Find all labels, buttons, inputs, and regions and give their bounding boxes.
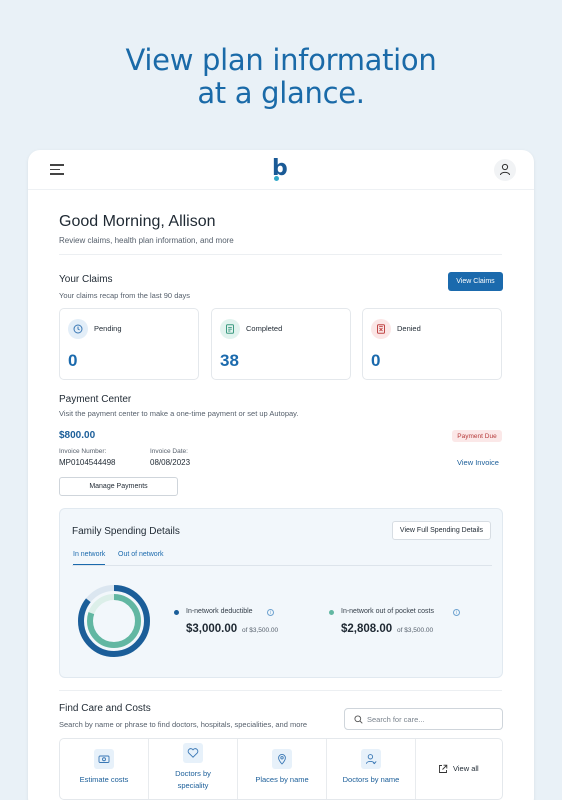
external-link-icon bbox=[439, 764, 448, 773]
estimate-costs-button[interactable]: Estimate costs bbox=[60, 739, 149, 799]
search-icon bbox=[354, 715, 363, 724]
oop-legend-dot bbox=[329, 610, 334, 615]
doctors-by-speciality-button[interactable]: Doctors by speciality bbox=[149, 739, 238, 799]
care-subtitle: Search by name or phrase to find doctors… bbox=[59, 720, 308, 729]
claim-card-pending[interactable]: Pending 0 bbox=[59, 308, 199, 380]
invoice-date-label: Invoice Date: bbox=[150, 448, 188, 455]
hamburger-menu-icon[interactable] bbox=[50, 164, 64, 176]
deductible-amount: $3,000.00 bbox=[186, 623, 238, 635]
search-placeholder: Search for care... bbox=[367, 715, 425, 724]
claim-card-denied[interactable]: Denied 0 bbox=[362, 308, 502, 380]
heart-icon bbox=[183, 743, 203, 763]
deductible-total: of $3,500.00 bbox=[242, 627, 279, 634]
care-title: Find Care and Costs bbox=[59, 703, 151, 714]
places-by-name-button[interactable]: Places by name bbox=[238, 739, 327, 799]
care-label-line-1: Doctors by bbox=[175, 769, 211, 778]
claim-label: Pending bbox=[94, 324, 122, 333]
greeting-title: Good Morning, Allison bbox=[59, 213, 216, 230]
view-all-label: View all bbox=[453, 764, 479, 773]
info-icon[interactable]: i bbox=[453, 609, 460, 616]
claim-count: 0 bbox=[371, 351, 381, 370]
claim-label: Completed bbox=[246, 324, 283, 333]
invoice-number: MP0104544498 bbox=[59, 458, 116, 467]
care-shortcuts: Estimate costs Doctors by speciality Pla… bbox=[59, 738, 503, 800]
top-bar: b bbox=[28, 150, 534, 190]
care-label-line-2: speciality bbox=[177, 781, 209, 790]
claims-title: Your Claims bbox=[59, 274, 113, 285]
claims-subtitle: Your claims recap from the last 90 days bbox=[59, 291, 191, 300]
care-search-input[interactable]: Search for care... bbox=[344, 708, 503, 730]
payment-subtitle: Visit the payment center to make a one-t… bbox=[59, 409, 299, 418]
greeting-subtitle: Review claims, health plan information, … bbox=[59, 236, 234, 245]
manage-payments-button[interactable]: Manage Payments bbox=[59, 477, 178, 496]
family-spending-panel: Family Spending Details View Full Spendi… bbox=[59, 508, 503, 678]
payment-amount: $800.00 bbox=[59, 430, 96, 441]
oop-label: In-network out of pocket costs bbox=[341, 608, 434, 615]
invoice-number-label: Invoice Number: bbox=[59, 448, 107, 455]
claim-count: 38 bbox=[220, 351, 239, 370]
spending-donut-chart bbox=[78, 585, 150, 657]
document-check-icon bbox=[220, 319, 240, 339]
spending-title: Family Spending Details bbox=[72, 526, 180, 537]
clock-icon bbox=[68, 319, 88, 339]
logo-dot bbox=[274, 176, 279, 181]
oop-amount: $2,808.00 bbox=[341, 623, 393, 635]
view-claims-button[interactable]: View Claims bbox=[448, 272, 503, 291]
view-all-button[interactable]: View all bbox=[416, 739, 502, 799]
user-icon bbox=[500, 163, 510, 176]
view-invoice-link[interactable]: View Invoice bbox=[457, 458, 499, 467]
document-x-icon bbox=[371, 319, 391, 339]
doctors-by-name-button[interactable]: Doctors by name bbox=[327, 739, 416, 799]
oop-total: of $3,500.00 bbox=[397, 627, 434, 634]
deductible-legend-dot bbox=[174, 610, 179, 615]
dollar-bill-icon bbox=[94, 749, 114, 769]
care-label: Doctors by name bbox=[342, 775, 400, 784]
info-icon[interactable]: i bbox=[267, 609, 274, 616]
claim-count: 0 bbox=[68, 351, 78, 370]
claim-label: Denied bbox=[397, 324, 421, 333]
divider bbox=[59, 254, 502, 255]
hero-headline: View plan information at a glance. bbox=[0, 44, 562, 110]
tab-out-of-network[interactable]: Out of network bbox=[118, 551, 164, 564]
user-profile-button[interactable] bbox=[494, 159, 516, 181]
location-pin-icon bbox=[272, 749, 292, 769]
app-card: b Good Morning, Allison Review claims, h… bbox=[28, 150, 534, 800]
payment-status-badge: Payment Due bbox=[452, 430, 502, 442]
doctor-icon bbox=[361, 749, 381, 769]
invoice-date: 08/08/2023 bbox=[150, 458, 191, 467]
deductible-label: In-network deductible bbox=[186, 608, 253, 615]
claim-card-completed[interactable]: Completed 38 bbox=[211, 308, 351, 380]
hero-line-1: View plan information bbox=[125, 43, 437, 77]
divider bbox=[59, 690, 502, 691]
tab-in-network[interactable]: In network bbox=[73, 551, 106, 565]
view-full-spending-button[interactable]: View Full Spending Details bbox=[392, 521, 491, 540]
payment-title: Payment Center bbox=[59, 394, 132, 405]
care-label: Places by name bbox=[255, 775, 309, 784]
care-label: Estimate costs bbox=[79, 775, 129, 784]
hero-line-2: at a glance. bbox=[197, 76, 365, 110]
tab-divider bbox=[72, 565, 492, 566]
